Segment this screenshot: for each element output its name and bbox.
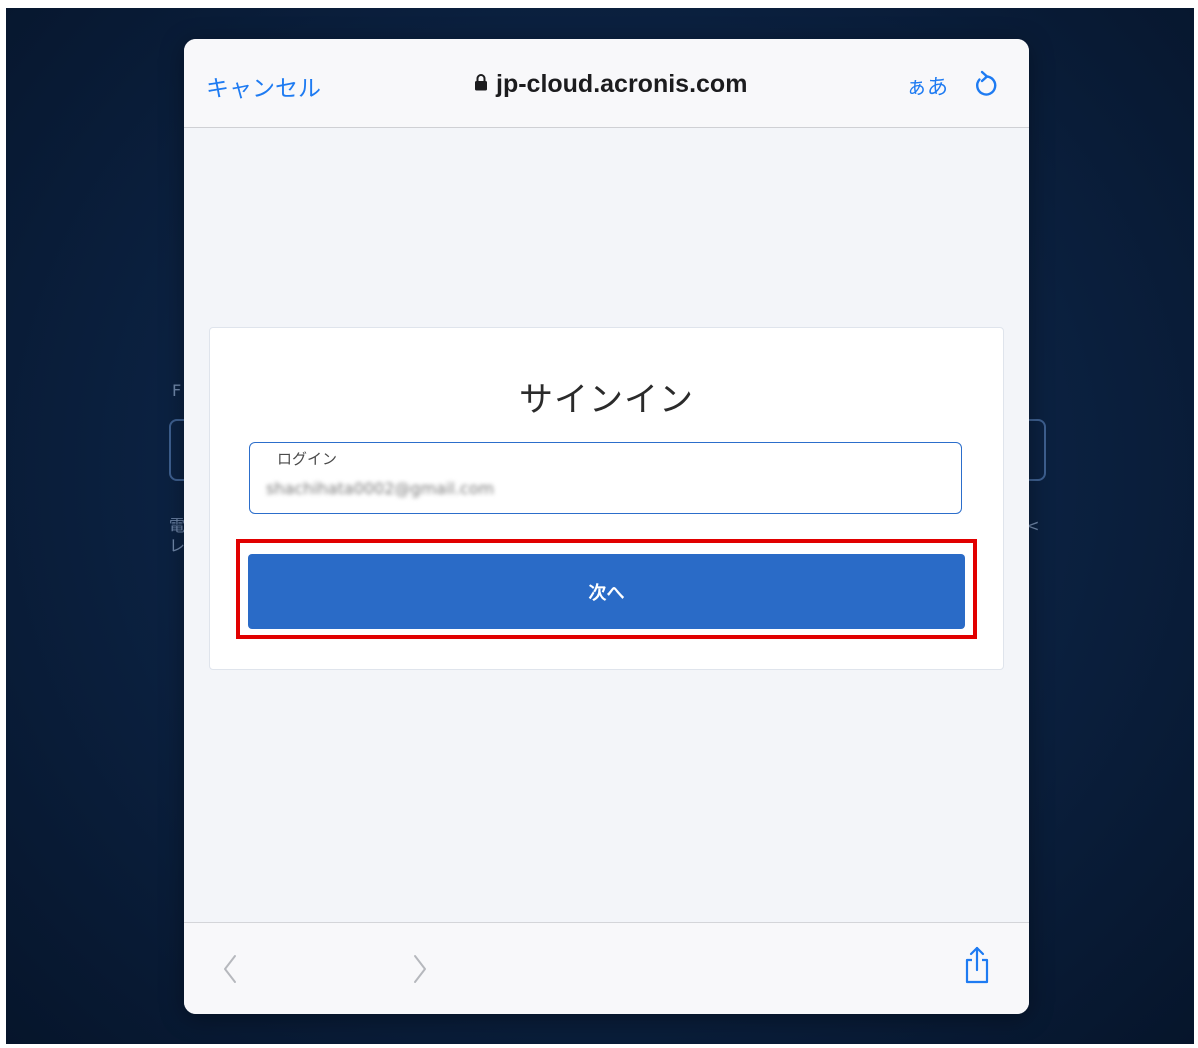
background-text-fragment: 電 xyxy=(169,516,186,535)
login-label: ログイン xyxy=(277,450,338,468)
background-text-fragment: レ xyxy=(169,536,186,555)
reload-icon[interactable] xyxy=(970,68,1002,100)
login-field[interactable]: ログイン shachihata0002@gmail.com xyxy=(249,442,962,514)
signin-title: サインイン xyxy=(519,380,694,420)
back-arrow-icon[interactable] xyxy=(210,949,250,989)
cancel-button[interactable]: キャンセル xyxy=(206,69,321,103)
address-bar[interactable]: jp-cloud.acronis.com xyxy=(474,69,747,99)
share-icon[interactable] xyxy=(957,945,997,985)
url-text: jp-cloud.acronis.com xyxy=(496,69,748,98)
forward-arrow-icon[interactable] xyxy=(400,949,440,989)
next-button[interactable]: 次へ xyxy=(248,554,965,629)
lock-icon xyxy=(474,73,488,95)
browser-top-bar: キャンセル jp-cloud.acronis.com ぁあ xyxy=(184,39,1029,128)
text-size-button[interactable]: ぁあ xyxy=(906,71,948,101)
browser-sheet: キャンセル jp-cloud.acronis.com ぁあ サインイン ログイン… xyxy=(184,39,1029,1014)
signin-card: サインイン ログイン shachihata0002@gmail.com 次へ xyxy=(209,327,1004,670)
login-value[interactable]: shachihata0002@gmail.com xyxy=(266,479,494,498)
background-text-fragment: F xyxy=(172,381,182,400)
browser-bottom-toolbar xyxy=(184,922,1029,1014)
